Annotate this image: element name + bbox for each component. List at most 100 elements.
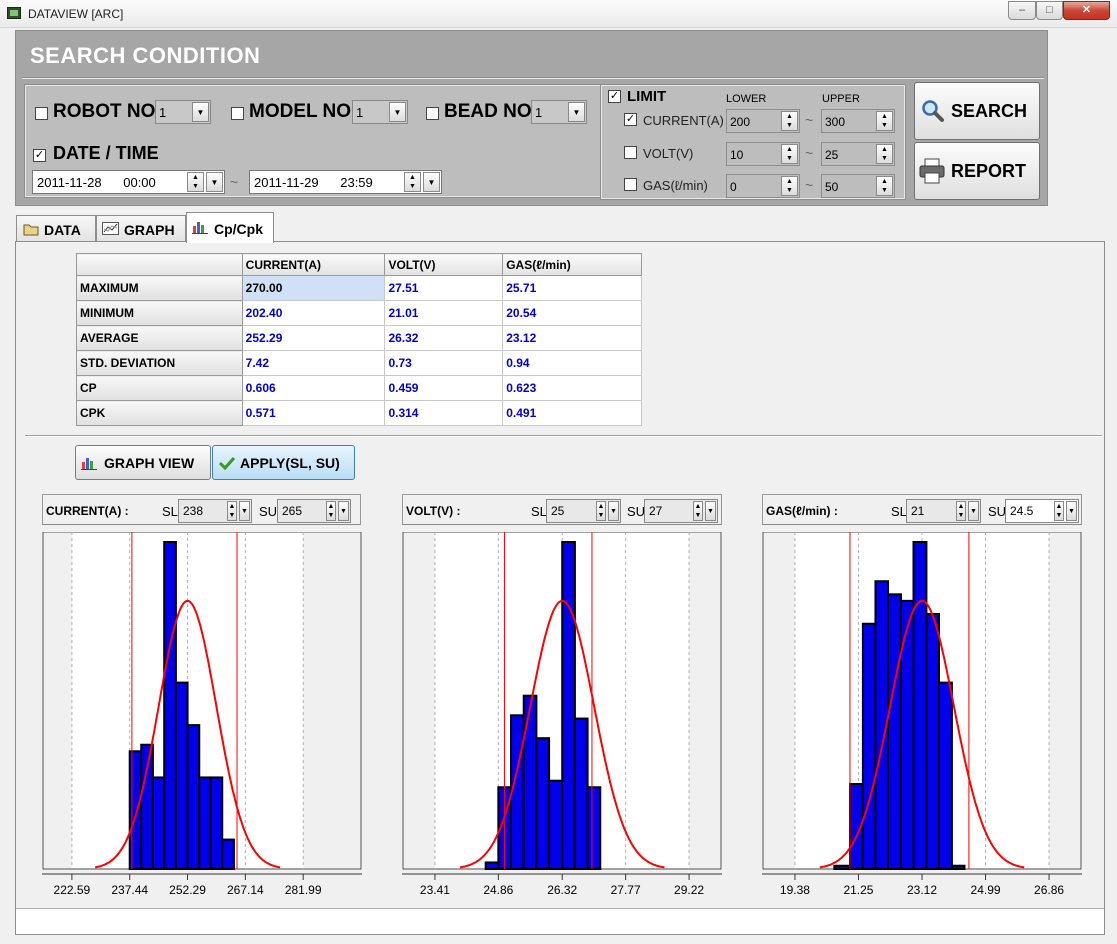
table-cell[interactable]: 0.491	[502, 400, 642, 426]
robot-combo[interactable]: 1 ▼	[155, 100, 211, 124]
histogram-bar	[140, 743, 154, 871]
sl-label: SL	[531, 504, 547, 519]
column-header[interactable]: GAS(ℓ/min)	[502, 253, 642, 276]
current-lower-field[interactable]: 200 ▲ ▼	[726, 109, 800, 133]
spin-icon[interactable]: ▲ ▼	[404, 172, 421, 192]
x-tick-label: 24.99	[971, 883, 1001, 897]
date-from-field[interactable]: 2011-11-28 00:00 ▲ ▼ ▼	[32, 170, 225, 194]
magnifier-icon	[922, 100, 944, 122]
report-button[interactable]: REPORT	[914, 142, 1040, 200]
spin-icon[interactable]: ▲ ▼	[876, 111, 893, 131]
su-label: SU	[259, 504, 278, 519]
volt-lower-field[interactable]: 10 ▲ ▼	[726, 142, 800, 166]
table-cell[interactable]: 0.571	[241, 400, 386, 426]
spin-icon[interactable]: ▲ ▼	[781, 144, 798, 164]
chevron-down-icon[interactable]: ▼	[1066, 501, 1077, 521]
table-cell[interactable]: 202.40	[241, 300, 386, 326]
current-su-field[interactable]: 265 ▲ ▼ ▼	[277, 499, 351, 523]
table-cell[interactable]: 0.94	[502, 350, 642, 376]
table-cell[interactable]: 252.29	[241, 325, 386, 351]
su-value: 265	[282, 504, 303, 518]
tab-graph-label: GRAPH	[124, 222, 175, 238]
date-to-value: 2011-11-29 23:59	[254, 175, 373, 190]
volt-sl-field[interactable]: 25 ▲ ▼ ▼	[546, 499, 621, 523]
limit-checkbox[interactable]: ✓	[608, 90, 621, 103]
sl-label: SL	[891, 504, 907, 519]
table-cell[interactable]: 21.01	[384, 300, 504, 326]
maximize-button[interactable]: □	[1036, 1, 1063, 20]
tab-graph[interactable]: GRAPH	[96, 215, 186, 242]
table-row: CPK 0.571 0.314 0.491	[76, 400, 642, 426]
volt-su-field[interactable]: 27 ▲ ▼ ▼	[644, 499, 718, 523]
date-to-field[interactable]: 2011-11-29 23:59 ▲ ▼ ▼	[249, 170, 442, 194]
chevron-down-icon[interactable]: ▼	[968, 501, 979, 521]
bead-checkbox[interactable]	[426, 107, 439, 120]
gas-upper-field[interactable]: 50 ▲ ▼	[821, 174, 895, 198]
table-cell[interactable]: 25.71	[502, 275, 642, 301]
gas-sl-field[interactable]: 21 ▲ ▼ ▼	[906, 499, 981, 523]
table-cell[interactable]: 0.606	[241, 375, 386, 401]
tab-data[interactable]: DATA	[16, 215, 96, 242]
table-cell[interactable]: 20.54	[502, 300, 642, 326]
table-cell[interactable]: 27.51	[384, 275, 504, 301]
current-limit-checkbox[interactable]: ✓	[624, 113, 637, 126]
chevron-down-icon[interactable]: ▼	[239, 501, 250, 521]
gas-lower-field[interactable]: 0 ▲ ▼	[726, 174, 800, 198]
column-header[interactable]: CURRENT(A)	[241, 253, 386, 276]
search-button[interactable]: SEARCH	[914, 82, 1040, 140]
spin-icon[interactable]: ▲ ▼	[187, 172, 204, 192]
volt-limit-checkbox[interactable]	[624, 146, 637, 159]
tilde: ~	[805, 177, 814, 193]
chevron-down-icon[interactable]: ▼	[192, 102, 209, 122]
table-cell[interactable]: 0.459	[384, 375, 504, 401]
gas-histogram: 19.38 21.25 23.12 24.99 26.86	[762, 532, 1082, 897]
histogram-bar	[163, 541, 177, 870]
table-cell[interactable]: 7.42	[241, 350, 386, 376]
date-checkbox[interactable]: ✓	[33, 149, 46, 162]
table-cell[interactable]: 0.73	[384, 350, 504, 376]
divider	[22, 77, 1044, 79]
table-cell[interactable]: 23.12	[502, 325, 642, 351]
spin-icon[interactable]: ▲ ▼	[693, 501, 703, 521]
chevron-down-icon[interactable]: ▼	[568, 102, 585, 122]
current-upper-field[interactable]: 300 ▲ ▼	[821, 109, 895, 133]
apply-button[interactable]: APPLY(SL, SU)	[212, 445, 355, 480]
volt-upper-field[interactable]: 25 ▲ ▼	[821, 142, 895, 166]
spin-icon[interactable]: ▲ ▼	[326, 501, 336, 521]
close-button[interactable]: ✕	[1063, 1, 1110, 20]
table-cell[interactable]: 26.32	[384, 325, 504, 351]
date-tilde: ~	[230, 174, 239, 190]
x-tick-label: 26.32	[547, 883, 577, 897]
chevron-down-icon[interactable]: ▼	[338, 501, 349, 521]
spin-icon[interactable]: ▲ ▼	[781, 176, 798, 196]
minimize-button[interactable]: ‒	[1008, 1, 1036, 20]
table-cell[interactable]: 0.314	[384, 400, 504, 426]
chevron-down-icon[interactable]: ▼	[206, 172, 223, 192]
tab-cpcpk[interactable]: Cp/Cpk	[186, 212, 274, 243]
spin-icon[interactable]: ▲ ▼	[956, 501, 966, 521]
chevron-down-icon[interactable]: ▼	[389, 102, 406, 122]
chevron-down-icon[interactable]: ▼	[423, 172, 440, 192]
spin-icon[interactable]: ▲ ▼	[876, 176, 893, 196]
model-checkbox[interactable]	[231, 107, 244, 120]
spin-icon[interactable]: ▲ ▼	[1054, 501, 1064, 521]
column-header[interactable]: VOLT(V)	[384, 253, 504, 276]
gas-su-field[interactable]: 24.5 ▲ ▼ ▼	[1005, 499, 1079, 523]
spin-icon[interactable]: ▲ ▼	[227, 501, 237, 521]
table-row: STD. DEVIATION 7.42 0.73 0.94	[76, 350, 642, 376]
table-cell[interactable]: 0.623	[502, 375, 642, 401]
histogram-bar	[925, 612, 940, 870]
table-cell[interactable]: 270.00	[241, 275, 386, 301]
spin-icon[interactable]: ▲ ▼	[781, 111, 798, 131]
robot-checkbox[interactable]	[35, 107, 48, 120]
table-row: AVERAGE 252.29 26.32 23.12	[76, 325, 642, 351]
gas-limit-checkbox[interactable]	[624, 178, 637, 191]
graph-view-button[interactable]: GRAPH VIEW	[75, 445, 211, 480]
spin-icon[interactable]: ▲ ▼	[876, 144, 893, 164]
model-combo[interactable]: 1 ▼	[352, 100, 408, 124]
chevron-down-icon[interactable]: ▼	[608, 501, 619, 521]
bead-combo[interactable]: 1 ▼	[531, 100, 587, 124]
current-sl-field[interactable]: 238 ▲ ▼ ▼	[178, 499, 252, 523]
spin-icon[interactable]: ▲ ▼	[596, 501, 606, 521]
chevron-down-icon[interactable]: ▼	[705, 501, 716, 521]
